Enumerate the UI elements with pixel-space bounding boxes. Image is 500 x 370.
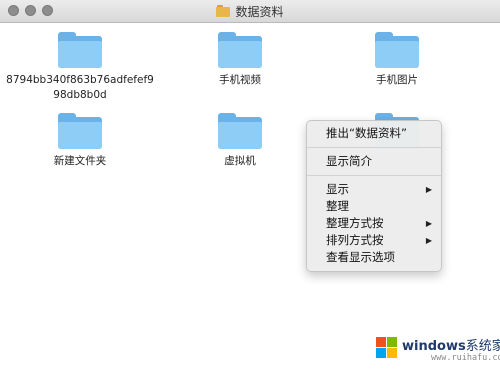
- menu-item-label: 查看显示选项: [326, 250, 395, 264]
- menu-item-view[interactable]: 显示 ▶: [307, 181, 441, 198]
- watermark-brand-suffix: 系统家园: [465, 339, 500, 354]
- submenu-arrow-icon: ▶: [425, 185, 432, 194]
- menu-item-label: 显示简介: [326, 154, 372, 168]
- menu-item-show-view-options[interactable]: 查看显示选项: [307, 249, 441, 266]
- menu-item-sort-by[interactable]: 排列方式按 ▶: [307, 232, 441, 249]
- watermark-url: www.ruihafu.com: [431, 353, 500, 363]
- watermark-brand: windows系统家园: [402, 335, 500, 354]
- menu-item-get-info[interactable]: 显示简介: [307, 153, 441, 170]
- folder-item[interactable]: 手机视频: [180, 32, 300, 88]
- folder-label: 新建文件夹: [53, 155, 107, 167]
- folder-icon: [218, 32, 262, 68]
- menu-item-clean-up-by[interactable]: 整理方式按 ▶: [307, 215, 441, 232]
- folder-label: 手机图片: [376, 74, 418, 86]
- submenu-arrow-icon: ▶: [425, 236, 432, 245]
- window-title-group: 数据资料: [0, 0, 500, 22]
- windows-logo-icon: [376, 337, 398, 359]
- folder-item[interactable]: 新建文件夹: [20, 113, 140, 169]
- folder-icon: [218, 113, 262, 149]
- folder-icon: [375, 32, 419, 68]
- window-title: 数据资料: [235, 4, 284, 19]
- menu-separator: [307, 147, 441, 148]
- folder-label: 8794bb340f863b76adfefef998db8b0d: [6, 74, 154, 101]
- menu-item-label: 显示: [326, 182, 349, 196]
- menu-item-label: 整理: [326, 199, 349, 213]
- window-titlebar: 数据资料: [0, 0, 500, 23]
- menu-item-label: 整理方式按: [326, 216, 384, 230]
- menu-item-label: 排列方式按: [326, 233, 384, 247]
- menu-item-clean-up[interactable]: 整理: [307, 198, 441, 215]
- drive-folder-icon: [216, 5, 231, 17]
- menu-separator: [307, 175, 441, 176]
- context-menu: 推出“数据资料” 显示简介 显示 ▶ 整理 整理方式按 ▶ 排列方式按 ▶ 查看…: [306, 120, 442, 272]
- folder-label: 手机视频: [219, 74, 261, 86]
- folder-item[interactable]: 8794bb340f863b76adfefef998db8b0d: [6, 32, 154, 103]
- folder-icon: [58, 113, 102, 149]
- menu-item-eject[interactable]: 推出“数据资料”: [307, 125, 441, 142]
- folder-item[interactable]: 虚拟机: [180, 113, 300, 169]
- folder-label: 虚拟机: [224, 155, 256, 167]
- menu-item-label: 推出“数据资料”: [326, 126, 407, 140]
- watermark-brand-name: windows: [402, 339, 466, 354]
- folder-icon: [58, 32, 102, 68]
- folder-item[interactable]: 手机图片: [337, 32, 457, 88]
- submenu-arrow-icon: ▶: [425, 219, 432, 228]
